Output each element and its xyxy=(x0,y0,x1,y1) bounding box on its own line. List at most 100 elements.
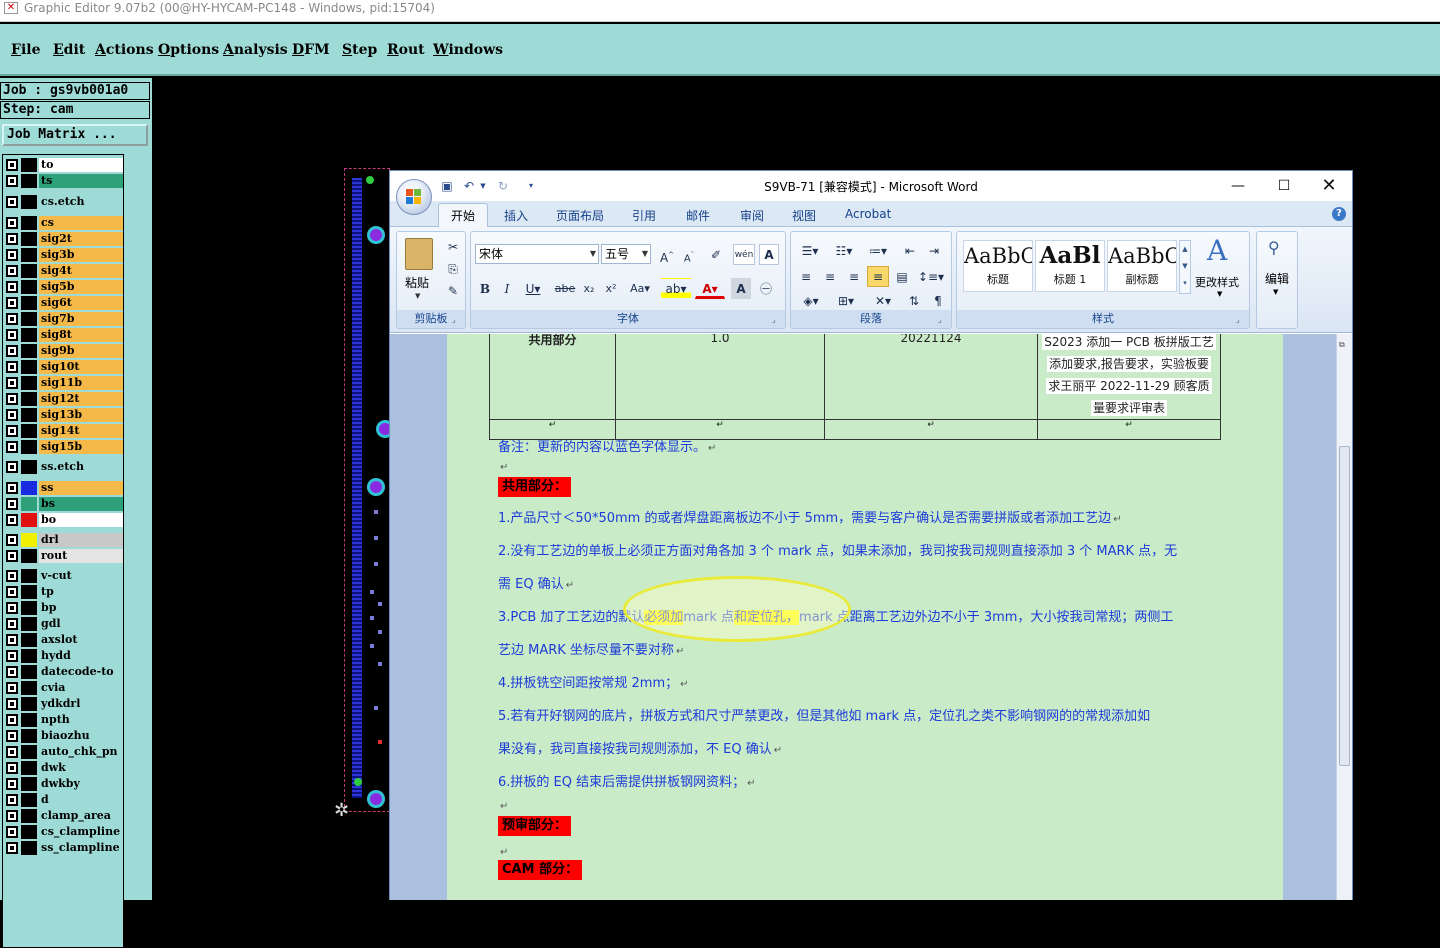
scrollbar-thumb[interactable] xyxy=(1339,446,1350,766)
layer-checkbox[interactable] xyxy=(6,377,18,389)
tab-page-layout[interactable]: 页面布局 xyxy=(556,207,604,224)
layer-color-swatch[interactable] xyxy=(21,392,37,406)
layer-color-swatch[interactable] xyxy=(21,280,37,294)
layer-checkbox[interactable] xyxy=(6,217,18,229)
layer-name[interactable]: sig15b xyxy=(39,440,123,454)
borders-icon[interactable]: ⊞▾ xyxy=(831,290,861,311)
layer-checkbox[interactable] xyxy=(6,682,18,694)
layer-color-swatch[interactable] xyxy=(21,174,37,188)
line-spacing-icon[interactable]: ↕≡▾ xyxy=(915,266,947,287)
show-marks-icon[interactable]: ¶ xyxy=(927,290,949,311)
layer-color-swatch[interactable] xyxy=(21,264,37,278)
layer-color-swatch[interactable] xyxy=(21,841,37,855)
layer-checkbox[interactable] xyxy=(6,233,18,245)
layer-checkbox[interactable] xyxy=(6,329,18,341)
align-left-icon[interactable]: ≡ xyxy=(795,266,817,287)
layer-checkbox[interactable] xyxy=(6,345,18,357)
layer-name[interactable]: sig2t xyxy=(39,232,123,246)
layer-checkbox[interactable] xyxy=(6,602,18,614)
layer-checkbox[interactable] xyxy=(6,498,18,510)
grow-font-icon[interactable]: A^ xyxy=(657,244,677,265)
underline-button[interactable]: U▾ xyxy=(519,278,547,299)
layer-row[interactable]: dwk xyxy=(4,760,123,776)
customize-qat-icon[interactable]: ▾ xyxy=(524,179,538,193)
maximize-button[interactable]: ☐ xyxy=(1262,174,1306,198)
layer-name[interactable]: sig11b xyxy=(39,376,123,390)
menu-rout[interactable]: Rout xyxy=(387,42,425,58)
layer-name[interactable]: npth xyxy=(39,713,123,727)
layer-checkbox[interactable] xyxy=(6,159,18,171)
distribute-icon[interactable]: ▤ xyxy=(891,266,913,287)
layer-checkbox[interactable] xyxy=(6,196,18,208)
layer-name[interactable]: clamp_area xyxy=(39,809,123,823)
styles-launcher-icon[interactable]: ⌟ xyxy=(1236,315,1246,325)
layer-checkbox[interactable] xyxy=(6,778,18,790)
layer-checkbox[interactable] xyxy=(6,794,18,806)
find-binoculars-icon[interactable]: ⚲ xyxy=(1268,238,1280,257)
layer-color-swatch[interactable] xyxy=(21,633,37,647)
menu-actions[interactable]: Actions xyxy=(95,42,154,58)
minimize-button[interactable]: — xyxy=(1216,174,1260,198)
layer-row[interactable]: sig3b xyxy=(4,247,123,263)
undo-icon[interactable]: ↶ xyxy=(462,179,476,193)
layer-color-swatch[interactable] xyxy=(21,248,37,262)
layer-row[interactable]: ss_clampline xyxy=(4,840,123,856)
layer-color-swatch[interactable] xyxy=(21,460,37,474)
layer-checkbox[interactable] xyxy=(6,297,18,309)
layer-row[interactable]: sig13b xyxy=(4,407,123,423)
layer-name[interactable]: datecode-to xyxy=(39,665,123,679)
help-icon[interactable]: ? xyxy=(1332,207,1346,221)
font-color-icon[interactable]: A▾ xyxy=(695,278,725,299)
menu-file[interactable]: File xyxy=(11,42,41,58)
cut-icon[interactable]: ✂ xyxy=(443,236,463,257)
layer-checkbox[interactable] xyxy=(6,425,18,437)
multilevel-list-icon[interactable]: ≔▾ xyxy=(863,240,893,261)
layer-color-swatch[interactable] xyxy=(21,408,37,422)
layer-row[interactable]: bs xyxy=(4,496,123,512)
layer-name[interactable]: tp xyxy=(39,585,123,599)
layer-row[interactable]: cs.etch xyxy=(4,194,123,210)
layer-color-swatch[interactable] xyxy=(21,649,37,663)
layer-name[interactable]: bo xyxy=(39,513,123,527)
layer-checkbox[interactable] xyxy=(6,634,18,646)
menu-dfm[interactable]: DFM xyxy=(292,42,330,58)
layer-color-swatch[interactable] xyxy=(21,312,37,326)
layer-checkbox[interactable] xyxy=(6,482,18,494)
layer-row[interactable]: sig4t xyxy=(4,263,123,279)
menu-options[interactable]: Options xyxy=(158,42,219,58)
layer-color-swatch[interactable] xyxy=(21,344,37,358)
shrink-font-icon[interactable]: Aˇ xyxy=(679,244,699,265)
menu-step[interactable]: Step xyxy=(342,42,377,58)
layer-color-swatch[interactable] xyxy=(21,376,37,390)
document-page[interactable]: 共用部分 1.0 20221124 S2023 添加一 PCB 板拼版工艺 添加… xyxy=(447,334,1283,900)
layer-checkbox[interactable] xyxy=(6,361,18,373)
layer-color-swatch[interactable] xyxy=(21,745,37,759)
layer-name[interactable]: rout xyxy=(39,549,123,563)
layer-row[interactable]: sig2t xyxy=(4,231,123,247)
paste-button[interactable]: 粘贴 xyxy=(405,274,429,291)
layer-color-swatch[interactable] xyxy=(21,195,37,209)
layer-name[interactable]: dwkby xyxy=(39,777,123,791)
paragraph-launcher-icon[interactable]: ⌟ xyxy=(938,315,948,325)
layer-row[interactable]: clamp_area xyxy=(4,808,123,824)
sort-icon[interactable]: ⇅ xyxy=(903,290,925,311)
font-name-select[interactable]: 宋体 ▼ xyxy=(475,244,599,264)
layer-row[interactable]: dwkby xyxy=(4,776,123,792)
layer-row[interactable]: sig6t xyxy=(4,295,123,311)
layer-color-swatch[interactable] xyxy=(21,440,37,454)
layer-checkbox[interactable] xyxy=(6,746,18,758)
layer-name[interactable]: ss_clampline xyxy=(39,841,123,855)
layer-color-swatch[interactable] xyxy=(21,793,37,807)
layer-checkbox[interactable] xyxy=(6,514,18,526)
layer-checkbox[interactable] xyxy=(6,666,18,678)
layer-color-swatch[interactable] xyxy=(21,533,37,547)
layer-color-swatch[interactable] xyxy=(21,825,37,839)
layer-name[interactable]: sig6t xyxy=(39,296,123,310)
layer-row[interactable]: sig5b xyxy=(4,279,123,295)
layer-name[interactable]: bs xyxy=(39,497,123,511)
layer-color-swatch[interactable] xyxy=(21,809,37,823)
change-styles-button[interactable]: 更改样式 xyxy=(1195,274,1239,290)
layer-row[interactable]: bo xyxy=(4,512,123,528)
layer-row[interactable]: hydd xyxy=(4,648,123,664)
styles-scroll[interactable]: ▲ ▼ ▾ xyxy=(1179,240,1191,294)
